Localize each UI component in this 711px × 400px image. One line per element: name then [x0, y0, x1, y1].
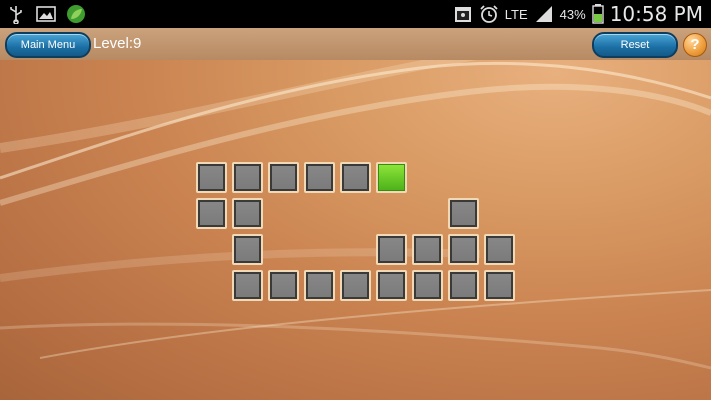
image-icon — [36, 6, 56, 22]
game-screen: Main Menu Level:9 Reset ? — [0, 28, 711, 400]
tile-gray[interactable] — [484, 270, 515, 301]
status-left-icons — [6, 4, 86, 24]
alarm-icon — [480, 5, 498, 23]
tile-gray[interactable] — [268, 162, 299, 193]
main-menu-button[interactable]: Main Menu — [5, 32, 91, 58]
status-bar: LTE 43% 10:58 PM — [0, 0, 711, 28]
tile-green[interactable] — [376, 162, 407, 193]
tile-gray[interactable] — [304, 162, 335, 193]
tile-gray[interactable] — [376, 270, 407, 301]
tile-gray[interactable] — [412, 270, 443, 301]
tile-gray[interactable] — [232, 270, 263, 301]
tile-gray[interactable] — [484, 234, 515, 265]
status-right: LTE 43% 10:58 PM — [453, 2, 703, 26]
tile-gray[interactable] — [268, 270, 299, 301]
battery-icon — [591, 4, 604, 24]
tile-gray[interactable] — [448, 270, 479, 301]
tile-gray[interactable] — [412, 234, 443, 265]
tile-gray[interactable] — [196, 162, 227, 193]
level-indicator: Level:9 — [93, 35, 142, 52]
signal-icon — [535, 6, 552, 22]
tile-gray[interactable] — [448, 198, 479, 229]
tile-gray[interactable] — [448, 234, 479, 265]
help-icon[interactable]: ? — [683, 33, 707, 57]
top-toolbar: Main Menu Level:9 Reset ? — [0, 28, 711, 60]
tile-gray[interactable] — [232, 234, 263, 265]
tile-gray[interactable] — [232, 162, 263, 193]
clock-time: 10:58 PM — [609, 2, 703, 26]
tile-gray[interactable] — [304, 270, 335, 301]
tile-gray[interactable] — [232, 198, 263, 229]
tile-gray[interactable] — [340, 270, 371, 301]
background-swoosh — [0, 43, 711, 370]
tile-gray[interactable] — [340, 162, 371, 193]
battery-percent: 43% — [559, 6, 586, 22]
calendar-icon — [454, 7, 471, 22]
usb-icon — [10, 6, 22, 24]
network-type: LTE — [504, 6, 528, 22]
leaf-icon — [67, 5, 85, 23]
reset-button[interactable]: Reset — [592, 32, 678, 58]
tile-gray[interactable] — [196, 198, 227, 229]
tile-gray[interactable] — [376, 234, 407, 265]
